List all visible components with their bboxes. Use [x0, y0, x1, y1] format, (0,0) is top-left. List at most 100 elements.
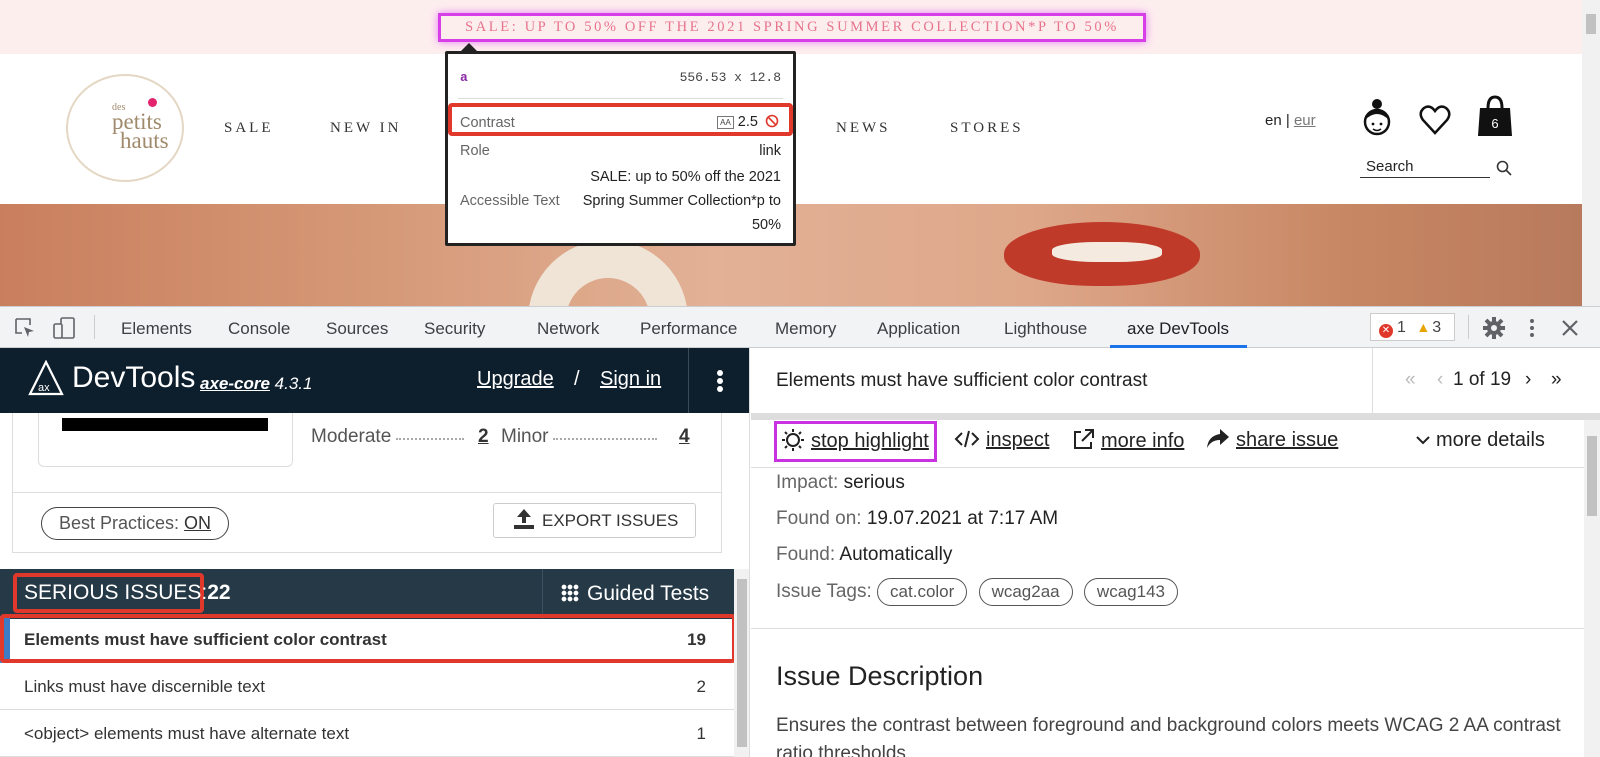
moderate-count[interactable]: 2 — [478, 426, 489, 448]
tooltip-divider — [458, 98, 783, 99]
issue-row-object-alt[interactable]: <object> elements must have alternate te… — [0, 710, 734, 757]
language-currency-switch: en | eur — [1265, 112, 1316, 129]
issues-scrollbar-thumb[interactable] — [737, 579, 747, 747]
wishlist-heart-icon[interactable] — [1419, 104, 1451, 136]
language-link[interactable]: en — [1265, 112, 1282, 129]
cart-count: 6 — [1491, 116, 1499, 131]
tooltip-accessible-label: Accessible Text — [460, 193, 560, 209]
issue-actions-bar: stop highlight inspect more info share i… — [751, 420, 1600, 468]
tab-memory[interactable]: Memory — [775, 319, 836, 339]
logo-text-hauts: hauts — [120, 128, 169, 153]
export-issues-button[interactable]: EXPORT ISSUES — [493, 503, 696, 538]
best-practices-toggle[interactable]: Best Practices: ON — [41, 507, 229, 540]
menu-dot — [717, 370, 723, 376]
hero-earring — [528, 240, 688, 306]
more-details-label: more details — [1436, 429, 1545, 451]
website-viewport: SALE: UP TO 50% OFF THE 2021 SPRING SUMM… — [0, 0, 1600, 306]
more-options-icon[interactable] — [1526, 316, 1538, 340]
chevron-down-icon — [1416, 436, 1430, 445]
tab-lighthouse[interactable]: Lighthouse — [1004, 319, 1087, 339]
next-page-icon[interactable]: › — [1525, 369, 1531, 391]
stop-highlight-button[interactable]: stop highlight — [781, 428, 929, 453]
detail-scrollbar-thumb[interactable] — [1587, 436, 1597, 516]
guided-tests-button[interactable]: Guided Tests — [542, 569, 734, 619]
axe-menu-button[interactable] — [688, 348, 749, 413]
device-toggle-icon[interactable] — [52, 316, 76, 340]
inspect-button[interactable]: inspect — [954, 428, 1049, 452]
leader-dots — [553, 438, 657, 440]
hero-teeth — [1052, 242, 1162, 262]
guided-tests-label: Guided Tests — [587, 582, 710, 605]
tab-console[interactable]: Console — [228, 319, 290, 339]
tab-elements[interactable]: Elements — [121, 319, 192, 339]
found-row: Found: Automatically — [776, 544, 952, 566]
site-logo[interactable]: des petits hauts — [66, 74, 184, 182]
logo-flower-icon — [148, 98, 157, 107]
inspect-element-icon[interactable] — [14, 317, 36, 339]
tooltip-contrast-label: Contrast — [460, 115, 515, 131]
warning-count: 3 — [1432, 319, 1442, 336]
tab-axe-devtools[interactable]: axe DevTools — [1127, 319, 1229, 339]
detail-scrollbar[interactable] — [1584, 420, 1600, 757]
header-slash: / — [574, 368, 580, 390]
axe-core-name[interactable]: axe-core — [200, 374, 270, 393]
issue-title: Links must have discernible text — [24, 677, 265, 696]
impact-value: serious — [843, 472, 905, 493]
nav-news[interactable]: NEWS — [836, 120, 891, 137]
impact-label: Impact: — [776, 472, 839, 493]
nav-sale[interactable]: SALE — [224, 120, 274, 137]
site-search-placeholder: Search — [1366, 158, 1414, 175]
issues-scrollbar[interactable] — [734, 569, 749, 757]
detail-separator — [751, 413, 1600, 420]
found-label: Found: — [776, 544, 836, 565]
site-scrollbar[interactable] — [1582, 0, 1600, 306]
currency-link[interactable]: eur — [1294, 112, 1316, 129]
leader-dots — [396, 438, 464, 440]
issue-tag: wcag2aa — [978, 578, 1073, 606]
nav-stores[interactable]: STORES — [950, 120, 1024, 137]
sign-in-link[interactable]: Sign in — [600, 368, 661, 391]
minor-count[interactable]: 4 — [679, 426, 690, 448]
last-page-icon[interactable]: » — [1551, 369, 1562, 391]
close-devtools-icon[interactable] — [1560, 318, 1580, 338]
search-icon[interactable] — [1496, 160, 1512, 176]
aa-badge: AA — [717, 115, 734, 129]
issue-description-heading: Issue Description — [776, 661, 984, 691]
axe-logo-icon: ax — [28, 360, 64, 396]
more-info-button[interactable]: more info — [1071, 428, 1184, 453]
issue-tag: cat.color — [877, 578, 968, 606]
code-icon — [954, 430, 980, 448]
cart-bag-icon[interactable]: 6 — [1477, 94, 1513, 138]
axe-title: DevTools — [72, 361, 196, 394]
tab-sources[interactable]: Sources — [326, 319, 388, 339]
share-arrow-icon — [1207, 429, 1229, 448]
warning-icon: ▲ — [1416, 319, 1431, 335]
settings-gear-icon[interactable] — [1482, 316, 1506, 340]
menu-dot — [717, 378, 723, 384]
more-details-toggle[interactable]: more details — [1416, 429, 1545, 452]
site-search-input[interactable]: Search — [1360, 158, 1490, 178]
tooltip-accessible-value-1: SALE: up to 50% off the 2021 — [590, 169, 781, 185]
nav-new-in[interactable]: NEW IN — [330, 120, 401, 137]
tab-network[interactable]: Network — [537, 319, 599, 339]
axe-issues-panel: ax DevTools axe-core 4.3.1 Upgrade / Sig… — [0, 348, 750, 757]
found-on-row: Found on: 19.07.2021 at 7:17 AM — [776, 508, 1058, 530]
upgrade-link[interactable]: Upgrade — [477, 368, 554, 391]
share-issue-button[interactable]: share issue — [1206, 428, 1338, 452]
issue-row-link-name[interactable]: Links must have discernible text 2 — [0, 663, 734, 710]
issue-detail-panel: Elements must have sufficient color cont… — [751, 348, 1600, 757]
tab-performance[interactable]: Performance — [640, 319, 737, 339]
promo-banner-link[interactable]: SALE: UP TO 50% OFF THE 2021 SPRING SUMM… — [438, 13, 1146, 42]
contrast-fail-icon — [765, 114, 779, 128]
tooltip-accessible-value-2: Spring Summer Collection*p to — [582, 193, 781, 209]
tab-security[interactable]: Security — [424, 319, 485, 339]
issue-tag: wcag143 — [1083, 578, 1178, 606]
tab-application[interactable]: Application — [877, 319, 960, 339]
account-icon[interactable] — [1362, 98, 1392, 138]
issue-counts[interactable]: ✕ 1 ▲ 3 — [1370, 313, 1455, 341]
share-issue-label: share issue — [1236, 429, 1339, 451]
prev-page-icon[interactable]: ‹ — [1437, 369, 1443, 391]
first-page-icon[interactable]: « — [1405, 369, 1416, 391]
selected-issue-highlight — [0, 614, 736, 663]
site-scrollbar-thumb[interactable] — [1586, 14, 1596, 34]
